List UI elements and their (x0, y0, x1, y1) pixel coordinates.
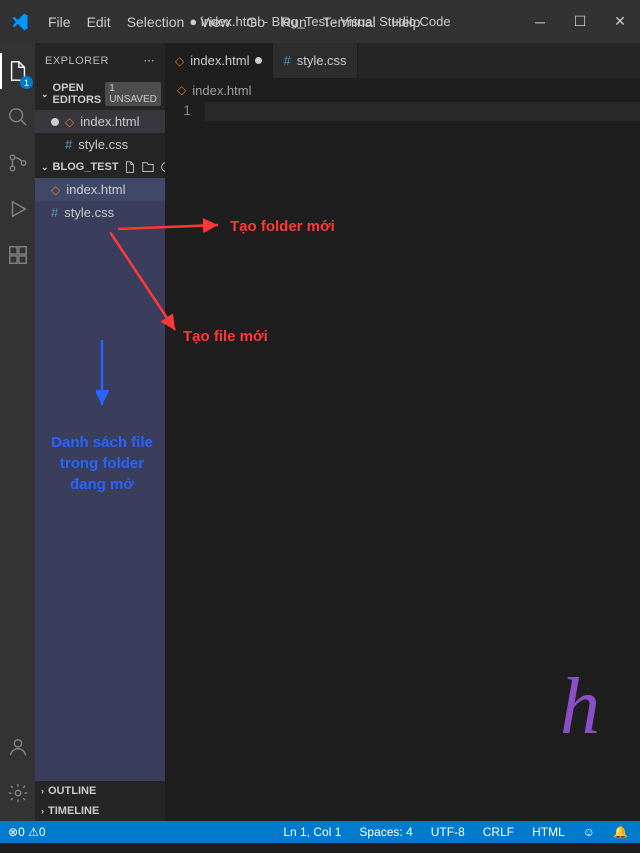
file-name: index.html (66, 182, 125, 197)
tab-index-html[interactable]: ◇ index.html (165, 43, 273, 78)
code-editor[interactable]: 1 (165, 102, 640, 121)
vscode-icon (10, 12, 30, 32)
encoding-indicator[interactable]: UTF-8 (427, 825, 469, 839)
project-file[interactable]: ◇ index.html (35, 178, 165, 201)
file-name: index.html (80, 114, 139, 129)
sidebar-header: EXPLORER ⋯ (35, 43, 165, 78)
outline-section[interactable]: › OUTLINE (35, 781, 165, 801)
html-icon: ◇ (175, 54, 184, 68)
current-line[interactable] (205, 102, 640, 121)
chevron-down-icon: ⌄ (41, 162, 49, 173)
chevron-down-icon: ⌄ (41, 89, 49, 100)
explorer-label: EXPLORER (45, 55, 109, 67)
unsaved-badge: 1 (20, 76, 33, 89)
extensions-tab[interactable] (0, 235, 35, 275)
timeline-label: TIMELINE (48, 805, 99, 817)
titlebar: File Edit Selection View Go Run Terminal… (0, 0, 640, 43)
minimize-button[interactable]: ─ (520, 0, 560, 43)
activity-bar: 1 (0, 43, 35, 821)
editor-tabs: ◇ index.html # style.css ⋯ (165, 43, 640, 78)
outline-label: OUTLINE (48, 785, 96, 797)
line-gutter: 1 (165, 102, 205, 121)
maximize-button[interactable]: ☐ (560, 0, 600, 43)
window-title: ● index.html - Blog_Test - Visual Studio… (189, 14, 450, 29)
css-icon: # (65, 137, 72, 152)
line-number: 1 (165, 102, 191, 118)
breadcrumb-file: index.html (192, 83, 251, 98)
menu-edit[interactable]: Edit (79, 10, 119, 34)
menu-selection[interactable]: Selection (119, 10, 193, 34)
open-editors-section[interactable]: ⌄ OPEN EDITORS 1 UNSAVED (35, 78, 165, 110)
notifications-icon[interactable]: 🔔 (609, 825, 632, 839)
eol-indicator[interactable]: CRLF (479, 825, 518, 839)
tab-label: index.html (190, 53, 249, 68)
html-icon: ◇ (51, 183, 60, 197)
file-name: style.css (78, 137, 128, 152)
feedback-icon[interactable]: ☺ (579, 825, 599, 839)
file-name: style.css (64, 205, 114, 220)
chevron-right-icon: › (41, 786, 44, 796)
html-icon: ◇ (65, 115, 74, 129)
timeline-section[interactable]: › TIMELINE (35, 801, 165, 821)
breadcrumb[interactable]: ◇ index.html (165, 78, 640, 102)
errors-count[interactable]: ⊗0 ⚠0 (8, 825, 46, 839)
tab-style-css[interactable]: # style.css (273, 43, 357, 78)
settings-icon[interactable] (0, 773, 35, 813)
search-tab[interactable] (0, 97, 35, 137)
open-editors-label: OPEN EDITORS (53, 82, 102, 106)
modified-dot-icon (255, 57, 262, 64)
modified-dot-icon (51, 118, 59, 126)
menu-file[interactable]: File (40, 10, 79, 34)
project-label: BLOG_TEST (53, 161, 119, 173)
tab-label: style.css (297, 53, 347, 68)
new-folder-icon[interactable] (141, 160, 155, 174)
explorer-tab[interactable]: 1 (0, 51, 35, 91)
status-bar: ⊗0 ⚠0 Ln 1, Col 1 Spaces: 4 UTF-8 CRLF H… (0, 821, 640, 843)
language-indicator[interactable]: HTML (528, 825, 569, 839)
run-debug-tab[interactable] (0, 189, 35, 229)
css-icon: # (51, 205, 58, 220)
window-controls: ─ ☐ ✕ (520, 0, 640, 43)
new-file-icon[interactable] (123, 160, 137, 174)
unsaved-tag: 1 UNSAVED (105, 82, 161, 106)
open-editor-file[interactable]: # style.css (35, 133, 165, 156)
more-icon[interactable]: ⋯ (144, 54, 156, 67)
html-icon: ◇ (177, 83, 186, 97)
account-icon[interactable] (0, 727, 35, 767)
sidebar: EXPLORER ⋯ ⌄ OPEN EDITORS 1 UNSAVED ◇ in… (35, 43, 165, 821)
close-button[interactable]: ✕ (600, 0, 640, 43)
open-editor-file[interactable]: ◇ index.html (35, 110, 165, 133)
cursor-position[interactable]: Ln 1, Col 1 (279, 825, 345, 839)
source-control-tab[interactable] (0, 143, 35, 183)
chevron-right-icon: › (41, 806, 44, 816)
css-icon: # (283, 53, 290, 68)
project-file[interactable]: # style.css (35, 201, 165, 224)
project-section[interactable]: ⌄ BLOG_TEST (35, 156, 165, 178)
spaces-indicator[interactable]: Spaces: 4 (355, 825, 416, 839)
watermark-logo: h (560, 662, 600, 753)
